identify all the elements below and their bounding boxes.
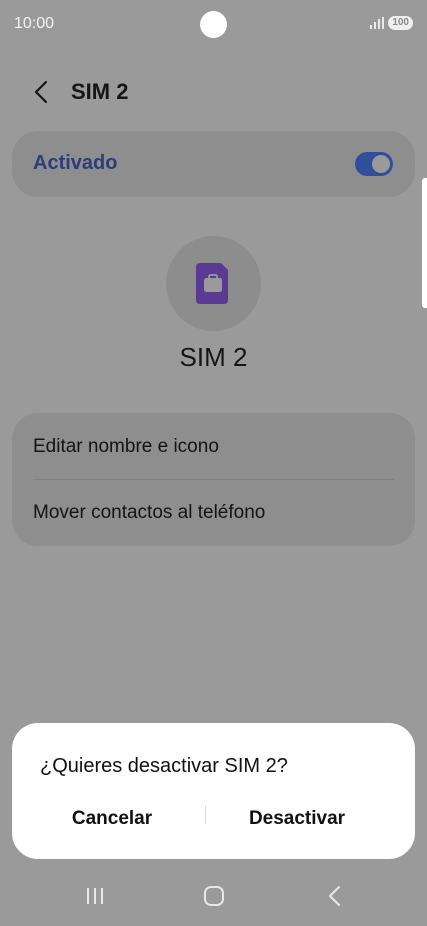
sim-options-card: Editar nombre e icono Mover contactos al… [12,413,415,546]
deactivate-button[interactable]: Desactivar [207,803,387,835]
move-contacts-option[interactable]: Mover contactos al teléfono [33,502,265,524]
cancel-button[interactable]: Cancelar [22,803,202,835]
app-header: SIM 2 [0,70,427,114]
edge-panel-handle[interactable] [422,178,427,308]
deactivate-sim-dialog: ¿Quieres desactivar SIM 2? Cancelar Desa… [12,723,415,859]
navigation-bar [0,870,427,926]
status-time: 10:00 [14,15,55,32]
home-button[interactable] [198,882,230,910]
battery-icon: 100 [388,16,413,30]
recent-apps-icon [87,888,103,904]
chevron-left-icon [34,80,48,104]
switch-knob [372,155,390,173]
status-icons: 100 [370,16,413,30]
sim-avatar [166,236,261,331]
dialog-title: ¿Quieres desactivar SIM 2? [40,755,288,777]
sim-name: SIM 2 [179,342,248,372]
recent-apps-button[interactable] [79,882,111,910]
front-camera [200,11,227,38]
nav-back-button[interactable] [320,882,352,910]
sim-enabled-row[interactable]: Activado [12,131,415,197]
divider [33,479,394,480]
edit-name-icon-option[interactable]: Editar nombre e icono [33,436,219,458]
button-divider [205,806,206,824]
sim-card-briefcase-icon [196,263,228,304]
page-title: SIM 2 [71,79,129,104]
signal-icon [370,17,385,29]
sim-enabled-switch[interactable] [355,152,393,176]
back-button[interactable] [30,78,54,106]
sim-enabled-label: Activado [33,152,118,174]
home-icon [204,886,224,906]
status-bar: 10:00 100 [0,0,427,50]
back-icon [329,886,340,906]
